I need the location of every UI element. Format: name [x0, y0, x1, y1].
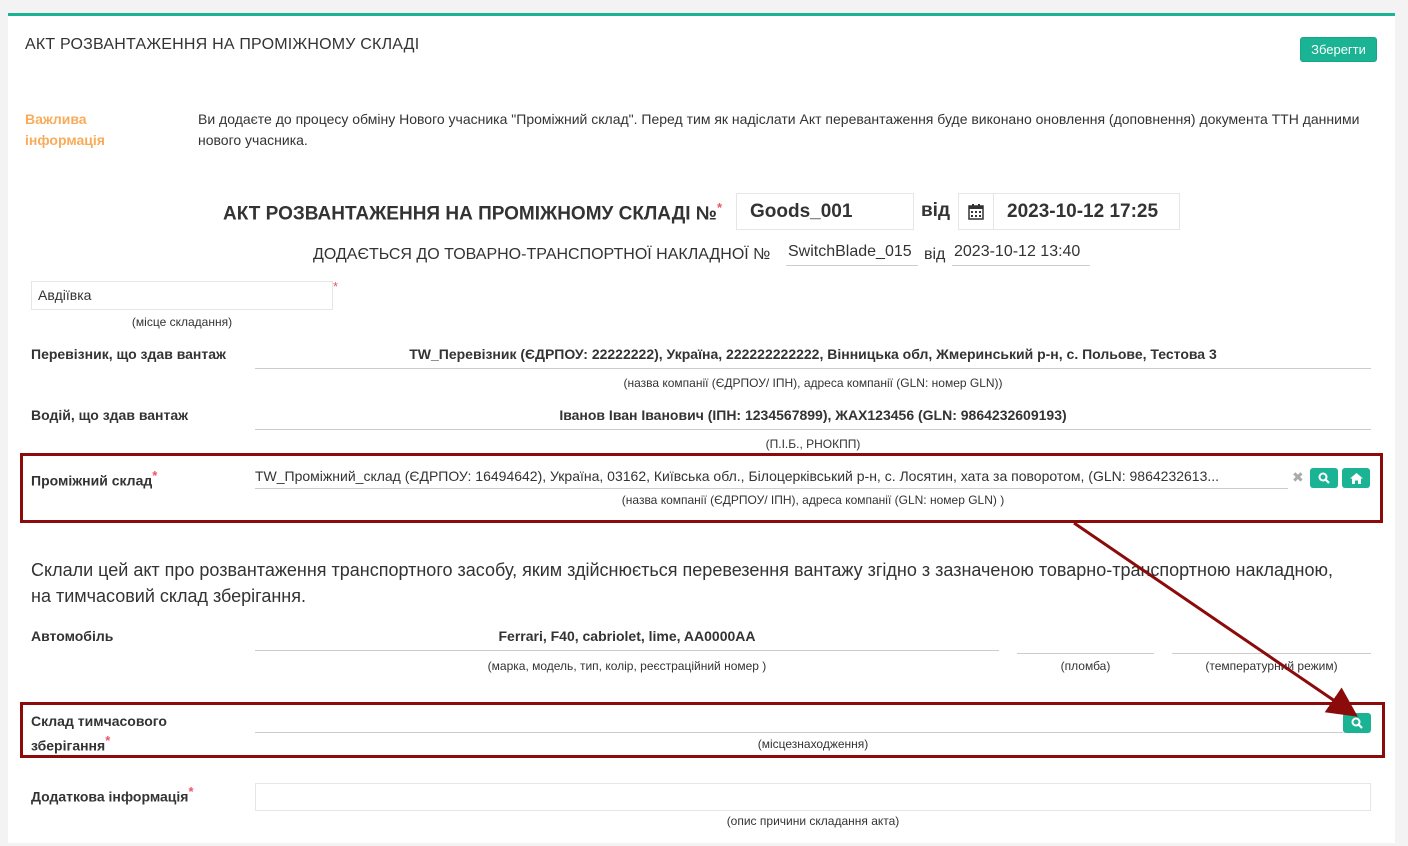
- warehouse-home-button[interactable]: [1342, 468, 1370, 488]
- clear-icon[interactable]: ✖: [1292, 469, 1304, 486]
- additional-info-input[interactable]: [255, 783, 1371, 811]
- place-required-mark: *: [333, 279, 339, 294]
- document-title-text: АКТ РОЗВАНТАЖЕННЯ НА ПРОМІЖНОМУ СКЛАДІ №: [223, 203, 717, 225]
- document-number-input[interactable]: Goods_001: [736, 193, 914, 230]
- carrier-hint: (назва компанії (ЄДРПОУ/ ІПН), адреса ко…: [623, 376, 1003, 390]
- page-title: АКТ РОЗВАНТАЖЕННЯ НА ПРОМІЖНОМУ СКЛАДІ: [25, 36, 420, 53]
- driver-hint: (П.І.Б., РНОКПП): [765, 437, 861, 451]
- additional-required-mark: *: [188, 784, 194, 799]
- ttn-date-separator: від: [924, 246, 946, 263]
- warehouse-search-button[interactable]: [1310, 468, 1338, 488]
- date-separator-label: від: [921, 200, 951, 221]
- document-title: АКТ РОЗВАНТАЖЕННЯ НА ПРОМІЖНОМУ СКЛАДІ №…: [223, 200, 722, 225]
- act-panel: АКТ РОЗВАНТАЖЕННЯ НА ПРОМІЖНОМУ СКЛАДІ З…: [8, 13, 1395, 843]
- warehouse-label-text: Проміжний склад: [31, 472, 153, 489]
- storage-field[interactable]: [255, 732, 1343, 733]
- driver-field: Іванов Іван Іванович (ІПН: 1234567899), …: [255, 407, 1371, 430]
- storage-search-button[interactable]: [1343, 713, 1371, 733]
- info-text: Ви додаєте до процесу обміну Нового учас…: [198, 111, 1360, 148]
- place-input[interactable]: Авдіївка: [31, 281, 333, 310]
- warehouse-field[interactable]: TW_Проміжний_склад (ЄДРПОУ: 16494642), У…: [255, 468, 1288, 489]
- warehouse-required-mark: *: [152, 468, 158, 483]
- info-label: Важлива інформація: [25, 111, 105, 148]
- place-hint: (місце складання): [131, 315, 233, 329]
- vehicle-field: Ferrari, F40, cabriolet, lime, AA0000AA: [255, 628, 999, 651]
- search-icon: [1318, 472, 1330, 484]
- save-button[interactable]: Зберегти: [1300, 37, 1377, 62]
- home-icon: [1349, 472, 1363, 484]
- calendar-icon[interactable]: [958, 193, 994, 230]
- temperature-field[interactable]: [1172, 653, 1371, 654]
- seal-field[interactable]: [1017, 653, 1154, 654]
- temperature-hint: (температурний режим): [1205, 659, 1338, 673]
- search-icon: [1351, 717, 1363, 729]
- carrier-field: TW_Перевізник (ЄДРПОУ: 22222222), Україн…: [255, 346, 1371, 369]
- ttn-number-field: SwitchBlade_015: [786, 243, 918, 266]
- seal-hint: (пломба): [1060, 659, 1111, 673]
- warehouse-label: Проміжний склад*: [31, 466, 157, 491]
- warehouse-hint: (назва компанії (ЄДРПОУ/ ІПН), адреса ко…: [621, 493, 1005, 507]
- storage-label-line1: Склад тимчасового: [31, 713, 167, 729]
- vehicle-label: Автомобіль: [31, 628, 114, 644]
- additional-label: Додаткова інформація*: [31, 782, 194, 807]
- storage-hint: (місцезнаходження): [757, 737, 869, 751]
- carrier-label: Перевізник, що здав вантаж: [31, 346, 226, 362]
- additional-hint: (опис причини складання акта): [726, 814, 900, 828]
- act-paragraph: Склали цей акт про розвантаження транспо…: [31, 560, 1333, 606]
- ttn-subtitle: ДОДАЄТЬСЯ ДО ТОВАРНО-ТРАНСПОРТНОЇ НАКЛАД…: [313, 246, 771, 263]
- required-mark: *: [716, 200, 723, 215]
- vehicle-hint: (марка, модель, тип, колір, реєстраційни…: [487, 659, 767, 673]
- document-date-input[interactable]: 2023-10-12 17:25: [993, 193, 1180, 230]
- storage-required-mark: *: [105, 733, 111, 748]
- storage-label-line2: зберігання: [31, 737, 106, 754]
- ttn-date-field: 2023-10-12 13:40: [952, 243, 1090, 266]
- storage-label: Склад тимчасового зберігання*: [31, 711, 167, 756]
- additional-label-text: Додаткова інформація: [31, 788, 189, 805]
- driver-label: Водій, що здав вантаж: [31, 407, 189, 423]
